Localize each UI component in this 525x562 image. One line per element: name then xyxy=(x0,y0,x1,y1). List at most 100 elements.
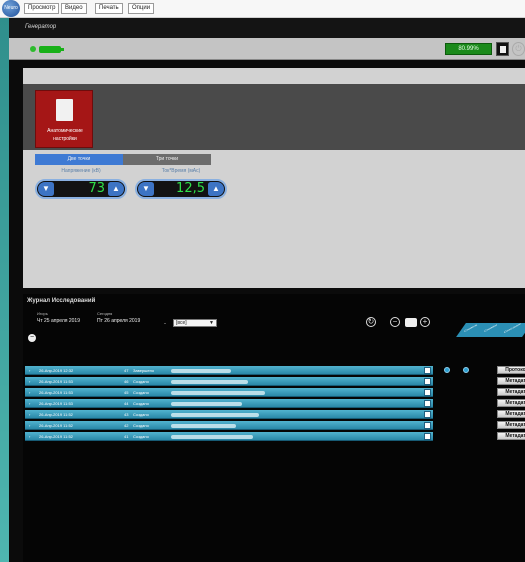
table-row[interactable]: › 26-Апр-2019 11:53 44 Создано xyxy=(25,399,433,408)
table-row[interactable]: › 26-Апр-2019 11:52 41 Создано xyxy=(25,432,433,441)
generator-panel: Анатомические настройки Две точки Три то… xyxy=(23,68,525,288)
zoom-slider[interactable] xyxy=(405,318,417,327)
row-patient-redacted xyxy=(171,413,259,417)
row-number: 41 xyxy=(124,434,129,439)
table-row[interactable]: › 26-Апр-2019 11:53 45 Создано xyxy=(25,388,433,397)
filter-select-value: [все] xyxy=(176,320,187,326)
row-status: Создано xyxy=(133,412,149,417)
row-checkbox[interactable] xyxy=(424,422,431,429)
mas-decrease-button[interactable]: ▼ xyxy=(138,182,154,196)
voltage-increase-button[interactable]: ▲ xyxy=(108,182,124,196)
row-action-button[interactable]: Метадата xyxy=(497,410,525,418)
menu-video[interactable]: Видео xyxy=(61,3,87,14)
row-expand-icon[interactable]: › xyxy=(29,410,30,419)
row-number: 45 xyxy=(124,390,129,395)
row-status: Создано xyxy=(133,423,149,428)
journal-title: Журнал Исследований xyxy=(27,298,96,304)
row-checkbox[interactable] xyxy=(424,389,431,396)
row-patient-redacted xyxy=(171,380,248,384)
row-action-button[interactable]: Метадата xyxy=(497,432,525,440)
zoom-out-icon[interactable]: − xyxy=(390,317,400,327)
table-row[interactable]: › 26-Апр-2019 11:52 42 Создано xyxy=(25,421,433,430)
document-icon xyxy=(56,99,73,121)
row-expand-icon[interactable]: › xyxy=(29,388,30,397)
row-action-button[interactable]: Метадата xyxy=(497,388,525,396)
row-date: 26-Апр-2019 11:52 xyxy=(39,412,73,417)
range-separator: - xyxy=(164,321,166,327)
row-status: Завершено xyxy=(133,368,155,373)
mas-value: 12,5 xyxy=(176,181,205,196)
row-checkbox[interactable] xyxy=(424,411,431,418)
tab-three-points[interactable]: Три точки xyxy=(123,154,211,165)
status-dot-icon xyxy=(463,367,469,373)
table-row[interactable]: › 26-Апр-2019 11:52 43 Создано xyxy=(25,410,433,419)
window-titlebar: Генератор xyxy=(9,18,525,38)
status-dot-icon xyxy=(444,367,450,373)
row-action-button[interactable]: Метадата xyxy=(497,377,525,385)
power-button[interactable]: ⏻ xyxy=(512,42,525,56)
mas-control: ▼ 12,5 ▲ xyxy=(135,179,227,199)
row-action-button[interactable]: Метадата xyxy=(497,399,525,407)
menu-options[interactable]: Опции xyxy=(128,3,155,14)
table-row[interactable]: › 26-Апр-2019 12:32 47 Завершено xyxy=(25,366,433,375)
voltage-control: ▼ 73 ▲ xyxy=(35,179,127,199)
stop-button[interactable] xyxy=(496,42,509,56)
row-checkbox[interactable] xyxy=(424,378,431,385)
row-expand-icon[interactable]: › xyxy=(29,421,30,430)
status-toolbar: 80.99% ⏻ xyxy=(9,38,525,60)
app-logo-icon: Neuro xyxy=(2,0,20,17)
stop-icon xyxy=(500,46,506,53)
row-date: 26-Апр-2019 11:52 xyxy=(39,423,73,428)
battery-tip-icon xyxy=(61,48,64,51)
row-action-button[interactable]: Метадата xyxy=(497,421,525,429)
battery-percent: 80.99% xyxy=(445,43,492,55)
date-from-label: Игорь xyxy=(37,311,48,316)
row-patient-redacted xyxy=(171,391,265,395)
mas-increase-button[interactable]: ▲ xyxy=(208,182,224,196)
status-led-icon xyxy=(30,46,36,52)
row-expand-icon[interactable]: › xyxy=(29,377,30,386)
row-patient-redacted xyxy=(171,402,242,406)
date-from-value[interactable]: Чт 25 апреля 2019 xyxy=(37,318,80,324)
row-status: Создано xyxy=(133,379,149,384)
battery-icon xyxy=(39,46,61,53)
menu-bar: Neuro Просмотр Видео Печать Опции xyxy=(0,0,525,18)
row-checkbox[interactable] xyxy=(424,400,431,407)
row-number: 46 xyxy=(124,379,129,384)
row-patient-redacted xyxy=(171,424,236,428)
rotate-icon[interactable]: ↻ xyxy=(366,317,376,327)
tab-two-points[interactable]: Две точки xyxy=(35,154,123,165)
row-number: 42 xyxy=(124,423,129,428)
menu-print[interactable]: Печать xyxy=(95,3,123,14)
study-journal: Журнал Исследований Игорь Чт 25 апреля 2… xyxy=(23,294,525,562)
row-checkbox[interactable] xyxy=(424,367,431,374)
table-row[interactable]: › 26-Апр-2019 11:53 46 Создано xyxy=(25,377,433,386)
date-to-label: Сегодня xyxy=(97,311,113,316)
zoom-in-icon[interactable]: + xyxy=(420,317,430,327)
filter-select[interactable]: [все] ▼ xyxy=(173,319,217,327)
menu-view[interactable]: Просмотр xyxy=(24,3,60,14)
window-title: Генератор xyxy=(25,24,57,30)
anatomical-settings-button[interactable]: Анатомические настройки xyxy=(35,90,93,148)
row-status: Создано xyxy=(133,434,149,439)
preset-strip xyxy=(23,84,525,150)
row-patient-redacted xyxy=(171,369,231,373)
row-number: 44 xyxy=(124,401,129,406)
row-number: 47 xyxy=(124,368,129,373)
side-strip xyxy=(0,18,9,562)
anatomical-settings-label: Анатомические настройки xyxy=(47,128,83,142)
app-window: Генератор 80.99% ⏻ Анатомические настрой… xyxy=(9,18,525,562)
row-status: Создано xyxy=(133,390,149,395)
row-date: 26-Апр-2019 11:52 xyxy=(39,434,73,439)
row-expand-icon[interactable]: › xyxy=(29,399,30,408)
row-expand-icon[interactable]: › xyxy=(29,366,30,375)
row-checkbox[interactable] xyxy=(424,433,431,440)
row-expand-icon[interactable]: › xyxy=(29,432,30,441)
row-action-button[interactable]: Протокол xyxy=(497,366,525,374)
row-status: Создано xyxy=(133,401,149,406)
collapse-icon[interactable]: − xyxy=(28,334,36,342)
voltage-value: 73 xyxy=(88,181,105,196)
row-patient-redacted xyxy=(171,435,253,439)
date-to-value[interactable]: Пт 26 апреля 2019 xyxy=(97,318,140,324)
voltage-decrease-button[interactable]: ▼ xyxy=(38,182,54,196)
